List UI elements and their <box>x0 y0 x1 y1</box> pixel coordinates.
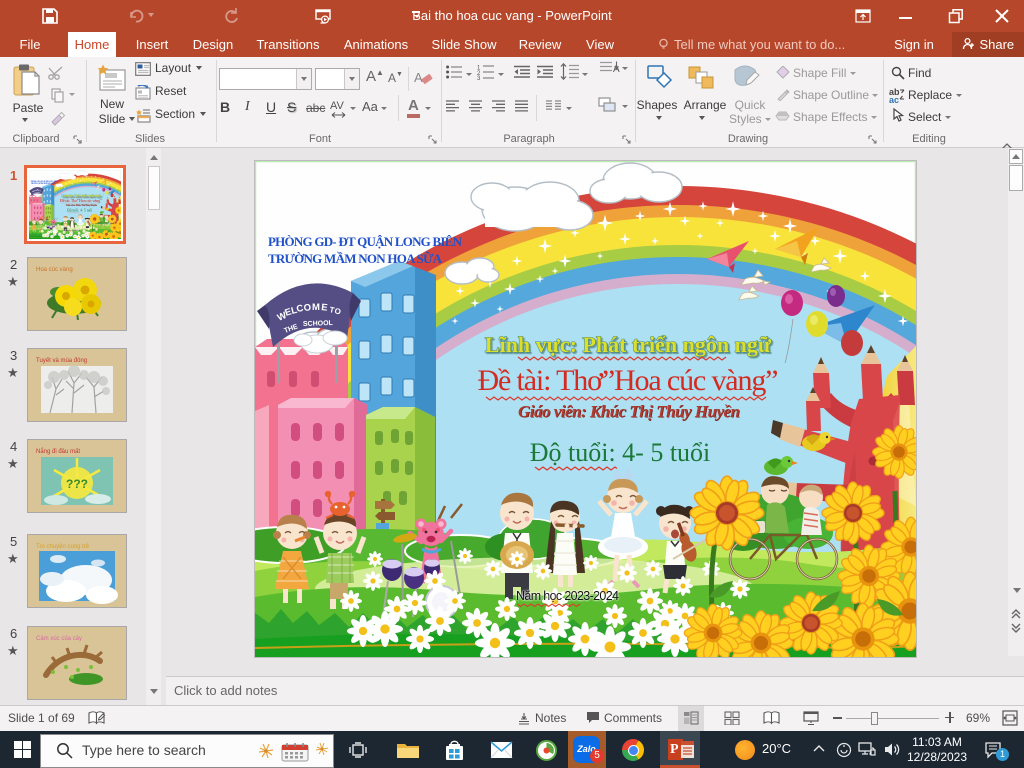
svg-text:Trò chuyện cùng trẻ: Trò chuyện cùng trẻ <box>36 544 90 550</box>
svg-text:Cảm xúc của cây: Cảm xúc của cây <box>36 635 82 642</box>
svg-text:A: A <box>414 70 423 85</box>
svg-text:Tuyết và mùa đông: Tuyết và mùa đông <box>36 358 87 364</box>
svg-text:AV: AV <box>330 100 345 112</box>
svg-text:???: ??? <box>66 477 88 491</box>
svg-text:Hoa cúc vàng: Hoa cúc vàng <box>36 267 73 273</box>
svg-text:ac: ac <box>889 95 899 103</box>
svg-text:3: 3 <box>477 76 481 80</box>
svg-text:Nắng đi đâu mất: Nắng đi đâu mất <box>36 448 80 455</box>
